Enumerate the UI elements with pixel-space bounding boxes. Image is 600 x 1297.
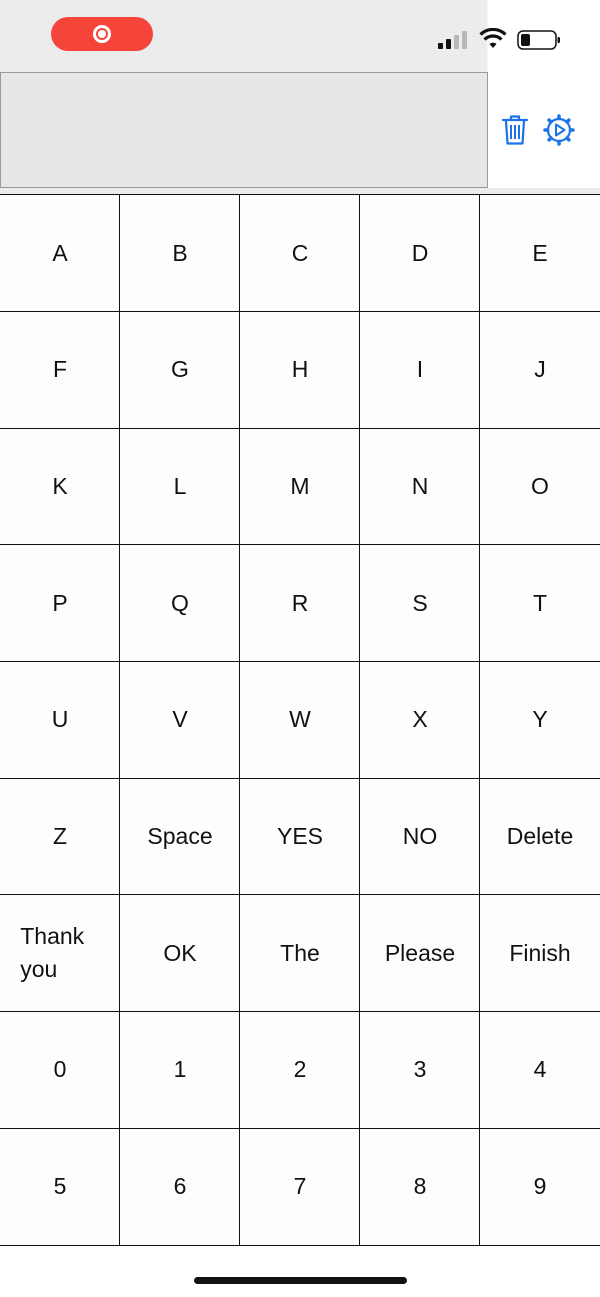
key-k[interactable]: K	[0, 427, 121, 546]
key-e[interactable]: E	[479, 194, 600, 313]
key-the[interactable]: The	[239, 894, 361, 1013]
delete-text-button[interactable]	[501, 114, 533, 148]
key-please[interactable]: Please	[359, 894, 481, 1013]
key-c[interactable]: C	[239, 194, 361, 313]
key-l[interactable]: L	[119, 427, 241, 546]
key-6[interactable]: 6	[119, 1127, 241, 1246]
key-0[interactable]: 0	[0, 1010, 121, 1130]
key-g[interactable]: G	[119, 310, 241, 430]
key-v[interactable]: V	[119, 660, 241, 780]
key-j[interactable]: J	[479, 310, 600, 430]
key-b[interactable]: B	[119, 194, 241, 313]
key-q[interactable]: Q	[119, 544, 241, 663]
key-x[interactable]: X	[359, 660, 481, 780]
key-d[interactable]: D	[359, 194, 481, 313]
key-o[interactable]: O	[479, 427, 600, 546]
key-i[interactable]: I	[359, 310, 481, 430]
home-indicator[interactable]	[194, 1277, 407, 1284]
key-w[interactable]: W	[239, 660, 361, 780]
key-space[interactable]: Space	[119, 777, 241, 896]
key-t[interactable]: T	[479, 544, 600, 663]
text-display[interactable]	[0, 72, 488, 188]
settings-button[interactable]	[543, 114, 575, 148]
key-no[interactable]: NO	[359, 777, 481, 896]
key-p[interactable]: P	[0, 544, 121, 663]
screen-recording-indicator[interactable]	[51, 17, 153, 51]
key-8[interactable]: 8	[359, 1127, 481, 1246]
key-4[interactable]: 4	[479, 1010, 600, 1130]
gear-play-icon	[543, 114, 575, 146]
key-9[interactable]: 9	[479, 1127, 600, 1246]
key-5[interactable]: 5	[0, 1127, 121, 1246]
key-y[interactable]: Y	[479, 660, 600, 780]
key-m[interactable]: M	[239, 427, 361, 546]
key-yes[interactable]: YES	[239, 777, 361, 896]
battery-icon	[517, 30, 560, 50]
record-icon	[93, 25, 111, 43]
key-f[interactable]: F	[0, 310, 121, 430]
trash-icon	[501, 115, 529, 145]
key-r[interactable]: R	[239, 544, 361, 663]
status-bar	[0, 0, 600, 72]
key-u[interactable]: U	[0, 660, 121, 780]
wifi-icon	[479, 28, 507, 48]
cellular-signal-icon	[438, 31, 467, 49]
key-finish[interactable]: Finish	[479, 894, 600, 1013]
key-z[interactable]: Z	[0, 777, 121, 896]
key-thank-you[interactable]: Thank you	[0, 894, 121, 1013]
keyboard-grid: A B C D E F G H I J K L M N O P Q R S T …	[0, 194, 600, 1246]
key-h[interactable]: H	[239, 310, 361, 430]
key-a[interactable]: A	[0, 194, 121, 313]
key-ok[interactable]: OK	[119, 894, 241, 1013]
key-n[interactable]: N	[359, 427, 481, 546]
key-delete[interactable]: Delete	[479, 777, 600, 896]
key-7[interactable]: 7	[239, 1127, 361, 1246]
key-2[interactable]: 2	[239, 1010, 361, 1130]
key-1[interactable]: 1	[119, 1010, 241, 1130]
key-3[interactable]: 3	[359, 1010, 481, 1130]
key-s[interactable]: S	[359, 544, 481, 663]
